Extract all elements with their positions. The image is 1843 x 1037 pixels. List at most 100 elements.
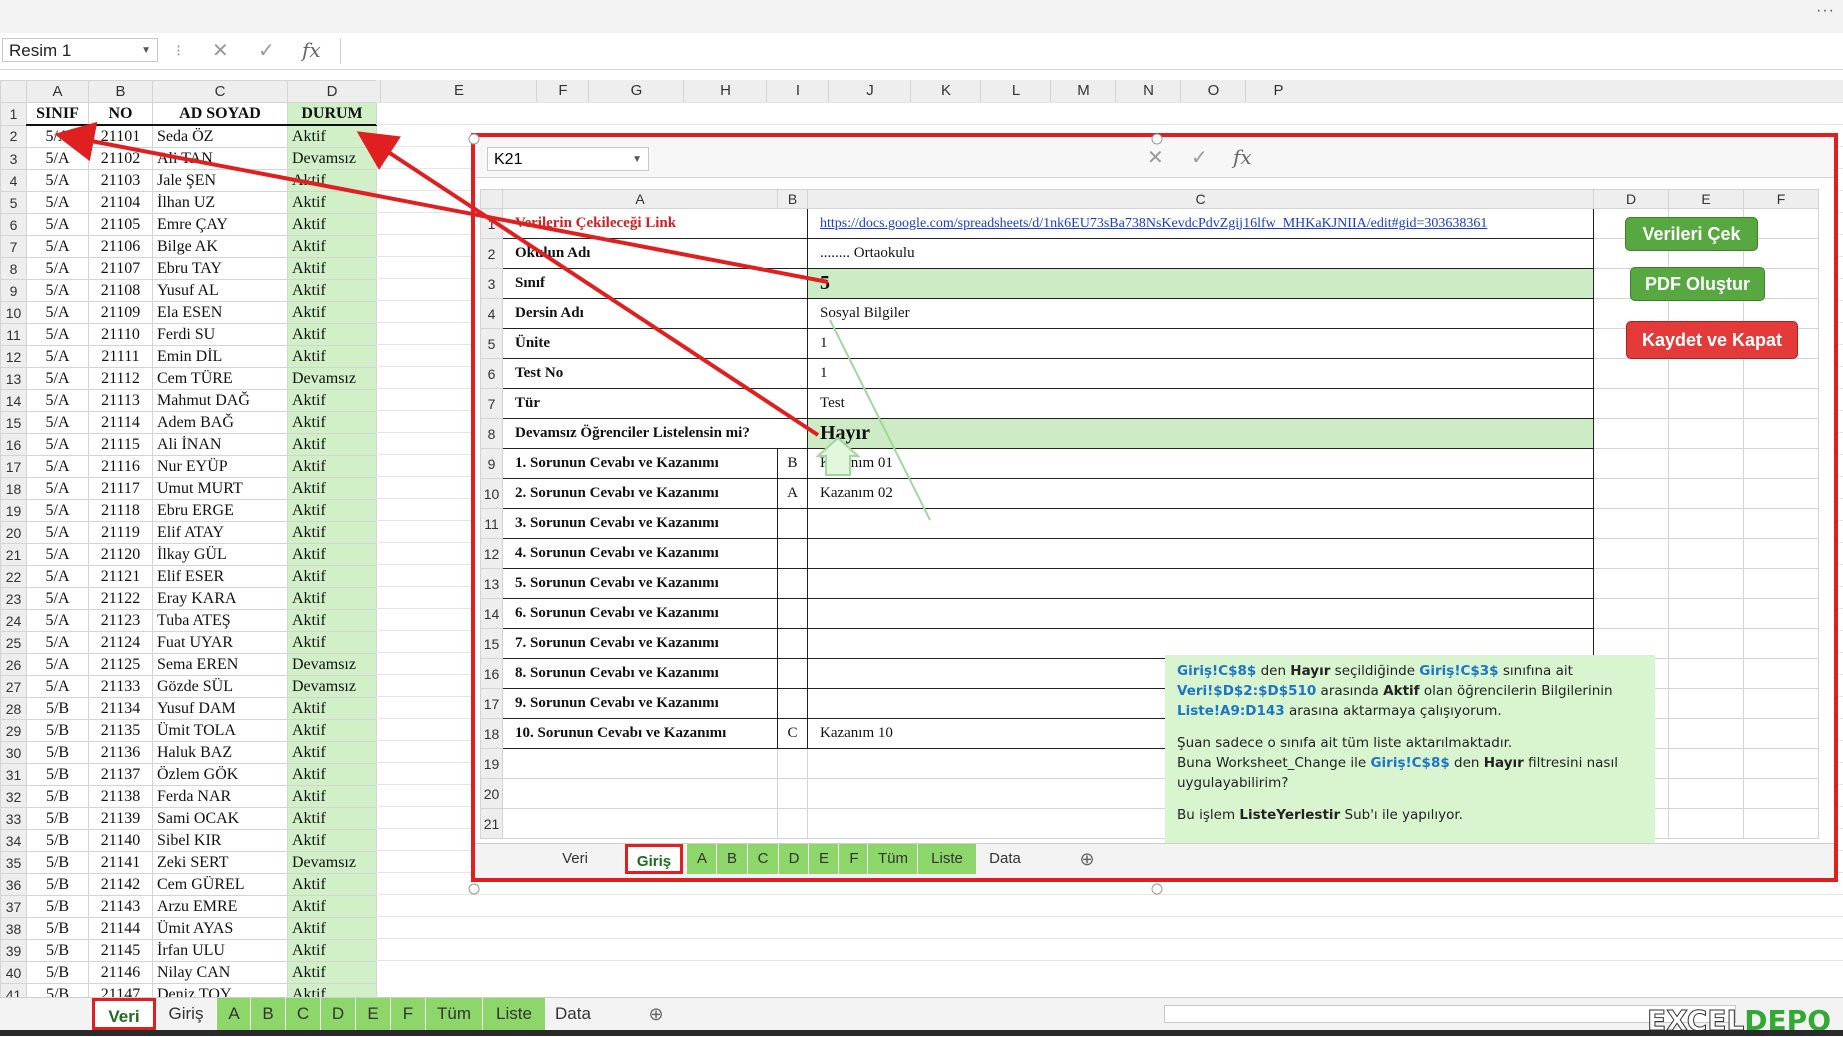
cell-sinif[interactable]: 5/B [26,895,89,918]
row-header[interactable]: 38 [0,917,27,940]
kazanim-cell[interactable]: Kazanım 02 [807,478,1594,509]
cell-sinif[interactable]: 5/B [26,785,89,808]
cell-no[interactable]: 21119 [88,521,153,544]
cell-durum[interactable]: Aktif [287,477,377,500]
cell-durum[interactable]: Aktif [287,257,377,280]
cell-ad-soyad[interactable]: Ela ESEN [152,301,288,324]
cell-no[interactable]: 21102 [88,147,153,170]
cell-sinif[interactable]: 5/A [26,169,89,192]
cell-ad-soyad[interactable]: İlhan UZ [152,191,288,214]
answer-cell[interactable] [777,508,808,539]
empty-cell[interactable] [1668,718,1744,749]
answer-cell[interactable]: C [777,718,808,749]
column-header[interactable]: A [502,189,778,209]
cell-no[interactable]: 21121 [88,565,153,588]
cell-ad-soyad[interactable]: Sibel KIR [152,829,288,852]
cell-durum[interactable]: Aktif [287,609,377,632]
empty-cell[interactable] [1743,478,1819,509]
cell-no[interactable]: 21109 [88,301,153,324]
row-header[interactable]: 6 [0,213,27,236]
empty-cell[interactable] [1668,538,1744,569]
row-header[interactable]: 17 [0,455,27,478]
row-header[interactable]: 14 [0,389,27,412]
field-value[interactable]: 5 [807,268,1594,299]
cell-sinif[interactable]: 5/B [26,741,89,764]
row-header[interactable]: 12 [480,538,503,569]
field-label[interactable]: Sınıf [502,268,808,299]
column-header[interactable]: G [588,80,684,102]
cell-durum[interactable]: Aktif [287,873,377,896]
inset-sheet-tab[interactable]: Giriş [625,844,683,874]
cell-sinif[interactable]: 5/A [26,477,89,500]
column-header[interactable]: A [26,80,89,103]
inset-sheet-tab[interactable]: F [838,844,869,874]
cell-ad-soyad[interactable]: Mahmut DAĞ [152,389,288,412]
row-header[interactable]: 7 [0,235,27,258]
column-header[interactable]: C [152,80,288,103]
cell-no[interactable]: 21108 [88,279,153,302]
cell-no[interactable]: 21106 [88,235,153,258]
cell-durum[interactable]: Aktif [287,587,377,610]
empty-cell[interactable] [777,748,808,779]
row-header[interactable]: 23 [0,587,27,610]
cell-ad-soyad[interactable]: Özlem GÖK [152,763,288,786]
field-label[interactable]: Test No [502,358,808,389]
row-header[interactable]: 2 [480,238,503,269]
row-header[interactable]: 40 [0,961,27,984]
question-label[interactable]: 9. Sorunun Cevabı ve Kazanımı [502,688,778,719]
cell-no[interactable]: 21133 [88,675,153,698]
cell-sinif[interactable]: 5/A [26,543,89,566]
name-box[interactable]: Resim 1 ▼ [2,38,158,62]
cell-ad-soyad[interactable]: Tuba ATEŞ [152,609,288,632]
row-header[interactable]: 16 [480,658,503,689]
empty-cell[interactable] [1593,388,1669,419]
function-icon[interactable]: fx [302,38,321,62]
cell-no[interactable]: 21145 [88,939,153,962]
empty-cell[interactable] [1743,448,1819,479]
empty-cell[interactable] [1668,598,1744,629]
row-header[interactable]: 13 [480,568,503,599]
cell-sinif[interactable]: 5/A [26,323,89,346]
cell-ad-soyad[interactable]: Bilge AK [152,235,288,258]
row-header[interactable]: 15 [480,628,503,659]
empty-cell[interactable] [1668,748,1744,779]
empty-cell[interactable] [1743,598,1819,629]
row-header[interactable]: 27 [0,675,27,698]
cell-ad-soyad[interactable]: Cem TÜRE [152,367,288,390]
row-header[interactable]: 12 [0,345,27,368]
cell-durum[interactable]: Aktif [287,323,377,346]
cell-sinif[interactable]: 5/B [26,873,89,896]
column-header[interactable]: E [380,80,537,102]
cell-no[interactable]: 21141 [88,851,153,874]
answer-cell[interactable] [777,658,808,689]
question-label[interactable]: 4. Sorunun Cevabı ve Kazanımı [502,538,778,569]
cell-ad-soyad[interactable]: Emre ÇAY [152,213,288,236]
cell-durum[interactable]: Aktif [287,499,377,522]
row-header[interactable]: 36 [0,873,27,896]
sheet-tab[interactable]: Liste [482,998,545,1030]
header-sinif[interactable]: SINIF [26,102,89,126]
answer-cell[interactable] [777,598,808,629]
field-value[interactable]: ........ Ortaokulu [807,238,1594,269]
column-header[interactable]: D [1593,189,1669,209]
cell-sinif[interactable]: 5/B [26,851,89,874]
cell-ad-soyad[interactable]: Elif ESER [152,565,288,588]
cell-durum[interactable]: Aktif [287,301,377,324]
inset-sheet-tab[interactable]: B [716,844,747,874]
inset-sheet-tab[interactable]: Liste [917,844,976,874]
column-header[interactable]: E [1668,189,1744,209]
row-header[interactable]: 10 [0,301,27,324]
empty-cell[interactable] [1668,478,1744,509]
field-label[interactable]: Dersin Adı [502,298,808,329]
cell-durum[interactable]: Devamsız [287,367,377,390]
row-header[interactable]: 3 [480,268,503,299]
column-header[interactable]: B [88,80,153,103]
row-header[interactable]: 17 [480,688,503,719]
answer-cell[interactable] [777,568,808,599]
select-all-corner[interactable] [480,189,503,209]
column-header[interactable]: D [287,80,377,103]
column-header[interactable]: H [683,80,767,102]
cell-durum[interactable]: Aktif [287,521,377,544]
column-header[interactable]: B [777,189,808,209]
row-header[interactable]: 14 [480,598,503,629]
